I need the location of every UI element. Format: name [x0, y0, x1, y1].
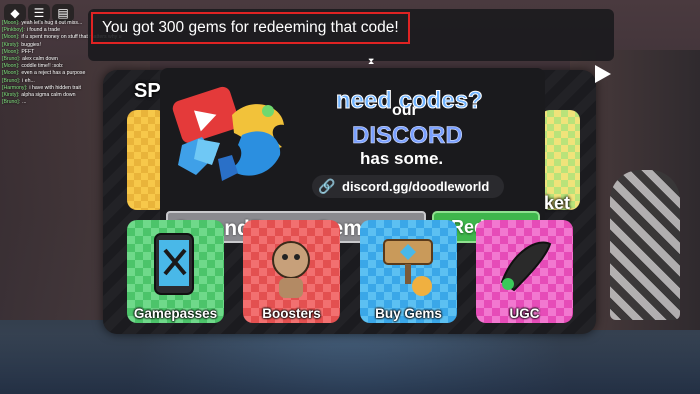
popup-our-text: our: [392, 102, 418, 119]
roblox-logo-icon: ◆: [10, 6, 20, 20]
discord-link[interactable]: 🔗 discord.gg/doodleworld: [312, 175, 504, 198]
chat-author: [Kirsty]:: [2, 41, 20, 48]
chat-text: i found a trade: [26, 27, 60, 34]
chat-author: [Moon]:: [2, 70, 20, 77]
tile-buy-gems[interactable]: Buy Gems: [360, 220, 457, 323]
tile-label-gamepasses: Gamepasses: [133, 306, 218, 321]
side-label-left: SP: [134, 80, 161, 102]
mouse-cursor: ⧗: [368, 56, 375, 66]
creature-icon: [272, 241, 310, 298]
chat-text: yeah let's hug it out miss...: [21, 20, 83, 26]
notification-bar: You got 300 gems for redeeming that code…: [88, 9, 614, 66]
chat-author: [Moon]:: [2, 34, 20, 41]
chat-text: alpha sigma calm down: [21, 92, 76, 99]
play-button[interactable]: [591, 63, 613, 85]
play-icon: [595, 65, 611, 83]
tile-label-boosters: Boosters: [262, 306, 321, 321]
chat-author: [Moon]:: [2, 63, 20, 70]
chat-icon: ▤: [57, 6, 69, 20]
chat-author: [Moon]:: [2, 48, 20, 55]
chat-author: [Moon]:: [2, 20, 20, 26]
social-media-art: [172, 86, 284, 181]
chat-author: [Pinkboy]:: [2, 27, 25, 34]
phone-icon: [154, 233, 194, 295]
chat-text: i have with hidden trait: [29, 84, 81, 91]
tile-label-buy-gems: Buy Gems: [375, 306, 442, 321]
chat-text: PFFT: [21, 48, 35, 55]
gem-sign-icon: [383, 239, 433, 296]
menu-icon: ☰: [33, 6, 45, 20]
horn-icon: [500, 241, 552, 292]
tile-label-ugc: UGC: [509, 306, 540, 321]
chat-text: buggies!: [21, 41, 41, 48]
chat-author: [Bruno]:: [2, 77, 21, 84]
background-avatar: [610, 170, 680, 320]
popup-discord-text: DISCORD: [352, 122, 463, 150]
chat-author: [Bruno]:: [2, 56, 21, 63]
tile-gamepasses[interactable]: Gamepasses: [127, 220, 224, 323]
chat-text: coddle time!! :sob:: [21, 63, 64, 70]
chat-text: alex calm down: [22, 56, 58, 63]
chat-author: [Kirsty]:: [2, 92, 20, 99]
notification-text: You got 300 gems for redeeming that code…: [91, 12, 410, 44]
chat-message: [Moon]: coddle time!! :sob:: [2, 63, 122, 70]
chat-text: i eh...: [22, 77, 35, 84]
tile-boosters[interactable]: Boosters: [243, 220, 340, 323]
floor-shadow: [0, 334, 700, 394]
discord-link-text: discord.gg/doodleworld: [342, 179, 490, 194]
tile-ugc[interactable]: UGC: [476, 220, 573, 323]
popup-has-some-text: has some.: [360, 149, 444, 168]
chat-text: even a reject has a purpose: [21, 70, 86, 77]
chat-author: [Harmony]:: [2, 84, 28, 91]
chat-text: ...: [22, 99, 27, 106]
link-icon: 🔗: [318, 178, 336, 194]
chat-author: [Bruno]:: [2, 99, 21, 106]
